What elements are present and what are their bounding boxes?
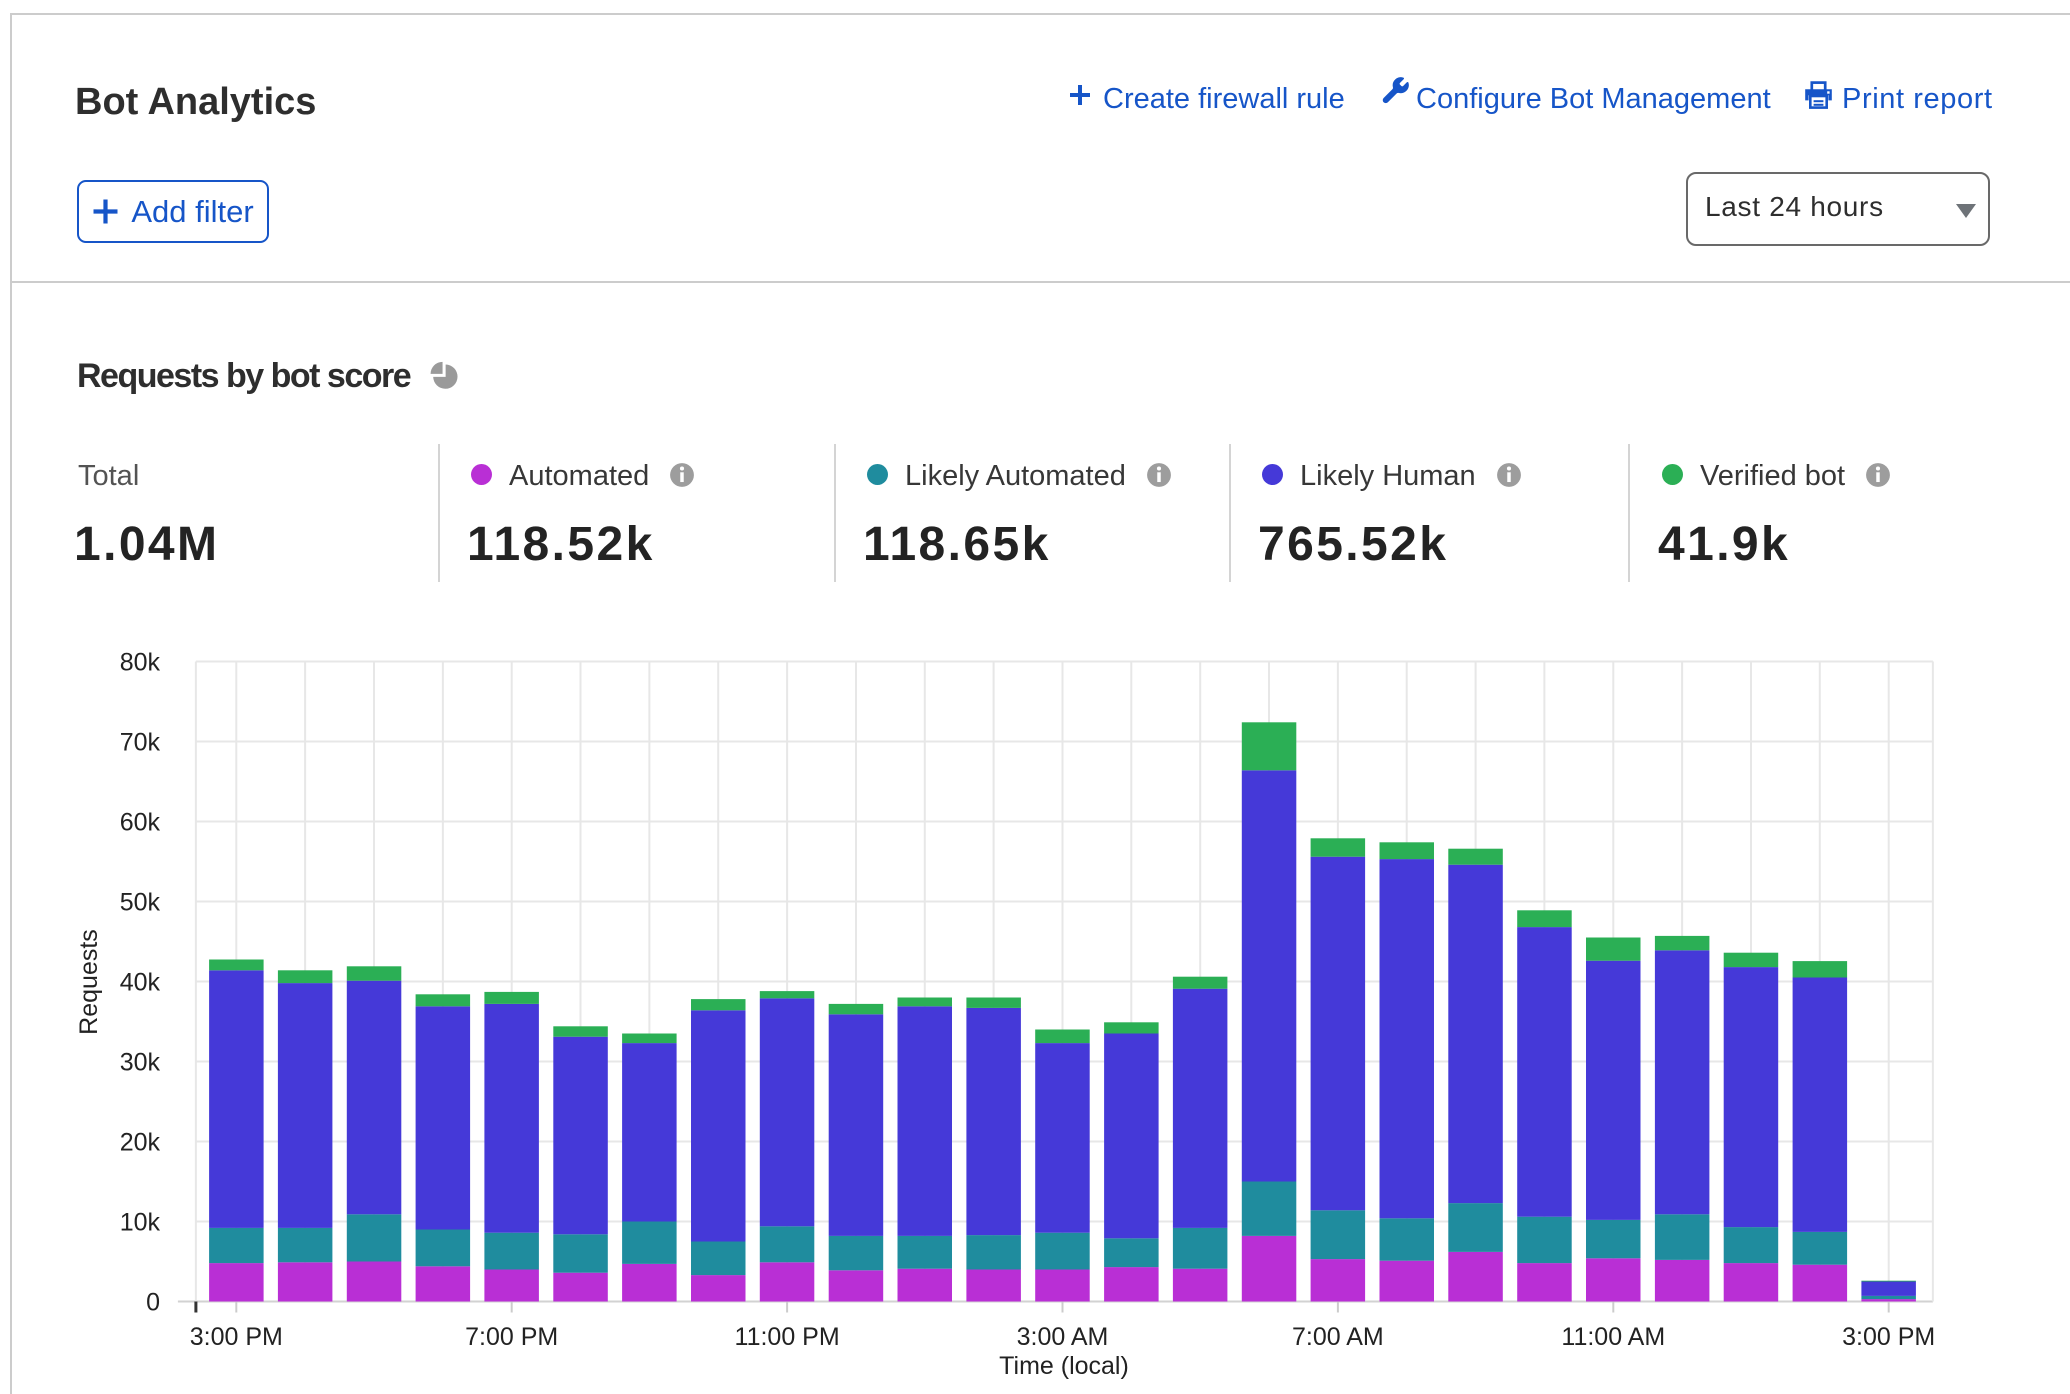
svg-text:Time (local): Time (local) xyxy=(999,1352,1129,1380)
svg-text:3:00 AM: 3:00 AM xyxy=(1017,1323,1109,1351)
svg-text:11:00 PM: 11:00 PM xyxy=(735,1323,840,1351)
svg-text:60k: 60k xyxy=(120,809,161,837)
svg-text:50k: 50k xyxy=(120,889,161,917)
svg-text:7:00 PM: 7:00 PM xyxy=(465,1323,558,1351)
svg-text:10k: 10k xyxy=(120,1209,161,1237)
svg-text:0: 0 xyxy=(146,1289,160,1317)
svg-text:Requests: Requests xyxy=(75,929,103,1035)
svg-text:30k: 30k xyxy=(120,1049,161,1077)
svg-text:3:00 PM: 3:00 PM xyxy=(190,1323,283,1351)
svg-text:7:00 AM: 7:00 AM xyxy=(1292,1323,1384,1351)
svg-text:3:00 PM: 3:00 PM xyxy=(1842,1323,1935,1351)
svg-text:70k: 70k xyxy=(120,729,161,757)
svg-text:40k: 40k xyxy=(120,969,161,997)
svg-text:20k: 20k xyxy=(120,1129,161,1157)
svg-text:80k: 80k xyxy=(120,649,161,677)
svg-text:11:00 AM: 11:00 AM xyxy=(1561,1323,1665,1351)
